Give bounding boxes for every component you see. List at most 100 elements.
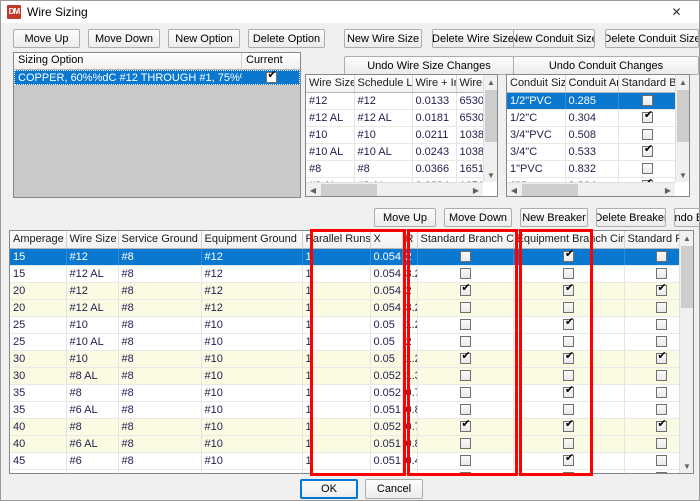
cell-standard-feeder[interactable] [624,299,679,317]
scroll-up-icon[interactable]: ▲ [484,75,497,89]
table-row[interactable]: 45#6#8#1010.0510.4 [10,452,679,470]
cell-standard-feeder[interactable] [624,316,679,334]
delete-conduit-size-button[interactable]: Delete Conduit Size [605,29,699,48]
sizing-move-up-button[interactable]: Move Up [13,29,80,48]
sizing-option-current-checkbox[interactable] [242,70,300,85]
cell-standard-feeder[interactable] [624,350,679,368]
table-row[interactable]: 15 #12 #8 #12 1 0.054 2 [10,248,679,266]
table-row[interactable]: 30#8 AL#8#1010.0521.3AL [10,367,679,385]
cell-standard-feeder[interactable] [624,401,679,419]
scroll-thumb[interactable] [321,184,377,196]
table-row[interactable]: #8#80.036616510 [306,160,483,178]
col-standard-branch[interactable]: Standard Branch [618,75,675,93]
cell-standard-feeder[interactable] [624,452,679,470]
cell-standard-branch-circuit[interactable] [417,299,514,317]
undo-wire-size-changes-button[interactable]: Undo Wire Size Changes [344,56,514,75]
cell-standard-branch-circuit[interactable] [417,469,514,473]
scroll-right-icon[interactable]: ▶ [661,183,675,196]
table-row[interactable]: 1"PVC 0.832 [507,160,675,178]
cell-equipment-branch-circuit[interactable] [513,282,625,300]
cell-standard-branch-circuit[interactable] [417,418,514,436]
cell-standard-branch-circuit[interactable] [417,265,514,283]
sizing-option-list[interactable]: Sizing Option Current COPPER, 60%%dC #12… [13,52,301,198]
col-schedule-label[interactable]: Schedule Label [354,75,413,93]
col-wire-only[interactable]: Wire Onl [456,75,483,93]
cell-equipment-branch-circuit[interactable] [513,401,625,419]
scroll-down-icon[interactable]: ▼ [484,168,497,182]
cell-equipment-branch-circuit[interactable] [513,316,625,334]
cell-equipment-branch-circuit[interactable] [513,248,625,266]
cell-equipment-branch-circuit[interactable] [513,384,625,402]
table-row[interactable]: 35#6 AL#8#1010.0510.8AL [10,401,679,419]
scroll-up-icon[interactable]: ▲ [680,231,693,245]
cell-standard-branch-circuit[interactable] [417,316,514,334]
cell-equipment-branch-circuit[interactable] [513,452,625,470]
delete-breaker-button[interactable]: Delete Breaker [596,208,666,227]
table-row[interactable]: 20 #12 #8 #12 1 0.054 2 [10,282,679,300]
table-row[interactable]: #10#100.021110380 [306,126,483,144]
cell-standard-feeder[interactable] [624,384,679,402]
cell-standard-branch-circuit[interactable] [417,333,514,351]
scroll-left-icon[interactable]: ◀ [306,183,320,196]
scroll-thumb[interactable] [681,246,693,308]
breaker-grid[interactable]: Amperage Wire Size Service Ground Equipm… [9,230,694,474]
new-breaker-button[interactable]: New Breaker [520,208,588,227]
breaker-move-down-button[interactable]: Move Down [444,208,512,227]
breaker-grid-vertical-scrollbar[interactable]: ▲ ▼ [679,231,693,473]
sizing-new-option-button[interactable]: New Option [168,29,240,48]
table-row[interactable]: 45#4 AL#8#1010.0480.5AL [10,469,679,473]
sizing-option-row[interactable]: COPPER, 60%%dC #12 THROUGH #1, 75%%dC 1/… [14,70,300,85]
col-equipment-ground[interactable]: Equipment Ground [201,231,303,249]
close-icon[interactable]: ✕ [654,1,699,23]
cell-standard-feeder[interactable] [624,435,679,453]
cell-standard-feeder[interactable] [624,418,679,436]
table-row[interactable]: 1/2"C 0.304 [507,109,675,127]
table-row[interactable]: 30#10#8#1010.051.2 [10,350,679,368]
cell-equipment-branch-circuit[interactable] [513,333,625,351]
cell-standard-branch-circuit[interactable] [417,384,514,402]
col-r[interactable]: R [402,231,418,249]
cell-standard-branch[interactable] [618,92,675,110]
col-wire-plus-ins[interactable]: Wire + Ins... [412,75,457,93]
table-row[interactable]: #10 AL#10 AL0.024310380 [306,143,483,161]
conduit-size-grid[interactable]: Conduit Size Conduit Area Standard Branc… [506,74,690,197]
table-row[interactable]: 35#8#8#1010.0520.7 [10,384,679,402]
col-service-ground[interactable]: Service Ground [118,231,202,249]
col-wire-size[interactable]: Wire Size [306,75,355,93]
table-row[interactable]: 3/4"C 0.533 [507,143,675,161]
cell-standard-branch-circuit[interactable] [417,435,514,453]
table-row[interactable]: 25#10 AL#8#1010.052AL [10,333,679,351]
col-standard-feeder[interactable]: Standard Feeder [624,231,679,249]
scroll-left-icon[interactable]: ◀ [507,183,521,196]
cell-equipment-branch-circuit[interactable] [513,435,625,453]
cancel-button[interactable]: Cancel [365,479,423,499]
cell-standard-branch-circuit[interactable] [417,401,514,419]
ok-button[interactable]: OK [300,479,358,499]
col-standard-branch-circuit[interactable]: Standard Branch Circuit [417,231,514,249]
table-row[interactable]: 25#10#8#1010.051.2 [10,316,679,334]
new-conduit-size-button[interactable]: New Conduit Size [513,29,595,48]
conduit-grid-horizontal-scrollbar[interactable]: ◀ ▶ [507,182,675,196]
cell-equipment-branch-circuit[interactable] [513,418,625,436]
table-row[interactable]: 40#8#8#1010.0520.7 [10,418,679,436]
cell-standard-branch-circuit[interactable] [417,248,514,266]
cell-equipment-branch-circuit[interactable] [513,350,625,368]
col-x[interactable]: X [370,231,403,249]
col-conduit-size[interactable]: Conduit Size [507,75,566,93]
table-row[interactable]: 20#12 AL#8#1210.0543.2AL [10,299,679,317]
scroll-right-icon[interactable]: ▶ [469,183,483,196]
col-parallel-runs[interactable]: Parallel Runs [302,231,371,249]
cell-standard-branch-circuit[interactable] [417,452,514,470]
conduit-grid-vertical-scrollbar[interactable]: ▲ ▼ [675,75,689,182]
scroll-down-icon[interactable]: ▼ [680,459,693,473]
cell-standard-branch[interactable] [618,160,675,178]
col-conduit-area[interactable]: Conduit Area [565,75,619,93]
cell-standard-feeder[interactable] [624,333,679,351]
cell-standard-branch-circuit[interactable] [417,350,514,368]
scroll-up-icon[interactable]: ▲ [676,75,689,89]
col-amperage[interactable]: Amperage [10,231,67,249]
undo-conduit-changes-button[interactable]: Undo Conduit Changes [513,56,699,75]
table-row[interactable]: #12 AL #12 AL 0.0181 6530 [306,109,483,127]
cell-standard-feeder[interactable] [624,248,679,266]
cell-standard-branch[interactable] [618,143,675,161]
